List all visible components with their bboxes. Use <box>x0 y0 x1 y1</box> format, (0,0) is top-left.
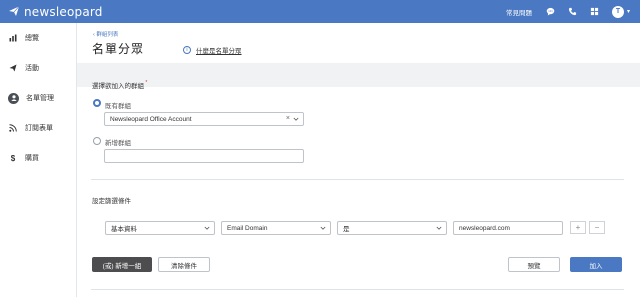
required-mark: * <box>144 80 148 86</box>
section-separator <box>77 63 640 87</box>
chat-icon[interactable] <box>546 7 556 17</box>
rss-icon <box>8 123 18 133</box>
bar-chart-icon <box>8 33 18 43</box>
brand-logo[interactable]: newsleopard <box>8 5 103 19</box>
group-section-label-text: 選擇欲加入的群組 <box>92 83 144 90</box>
brand-name: newsleopard <box>24 4 103 19</box>
new-group-label: 新增群組 <box>105 140 131 147</box>
clear-conditions-button[interactable]: 清除條件 <box>158 257 210 272</box>
dollar-icon: $ <box>10 153 16 163</box>
page-title: 名單分眾 <box>92 42 145 56</box>
sidebar-item-label: 活動 <box>25 65 39 72</box>
existing-group-label: 既有群組 <box>105 103 131 110</box>
avatar[interactable]: T <box>611 5 624 18</box>
existing-group-radio[interactable] <box>93 99 101 107</box>
info-icon: i <box>183 46 191 54</box>
sidebar-item-label: 購買 <box>25 155 39 162</box>
sidebar: 總覽 活動 名單管理 訂閱表單 $ 購買 <box>0 23 77 297</box>
add-condition-button[interactable]: + <box>570 221 586 234</box>
main-content: ‹ 群組列表 名單分眾 i 什麼是名單分眾 選擇欲加入的群組 * 既有群組 Ne… <box>77 23 640 297</box>
top-bar: newsleopard 常見問題 T ▾ <box>0 0 640 23</box>
sidebar-item-label: 名單管理 <box>26 95 54 102</box>
preview-button[interactable]: 預覽 <box>508 257 560 272</box>
clear-icon[interactable]: × <box>286 115 290 122</box>
chevron-down-icon <box>320 226 326 230</box>
sidebar-item-purchase[interactable]: $ 購買 <box>0 143 77 173</box>
sidebar-item-list-management[interactable]: 名單管理 <box>0 83 77 113</box>
chevron-down-icon <box>204 226 210 230</box>
phone-icon[interactable] <box>568 7 578 17</box>
divider <box>91 179 624 180</box>
help-link[interactable]: i 什麼是名單分眾 <box>183 45 242 55</box>
back-link-label: 群組列表 <box>96 32 119 38</box>
conditions-section-label: 設定篩選條件 <box>92 198 131 205</box>
sidebar-item-label: 訂閱表單 <box>25 125 53 132</box>
new-group-radio[interactable] <box>93 137 101 145</box>
existing-group-select[interactable]: Newsleopard Office Account × <box>104 112 304 126</box>
chevron-down-icon <box>293 117 299 121</box>
sidebar-item-subscription-forms[interactable]: 訂閱表單 <box>0 113 77 143</box>
field-category-value: 基本資料 <box>111 226 137 233</box>
page-header: ‹ 群組列表 名單分眾 i 什麼是名單分眾 <box>77 23 640 63</box>
chevron-down-icon[interactable]: ▾ <box>627 8 630 15</box>
faq-link[interactable]: 常見問題 <box>506 7 532 17</box>
help-link-label: 什麼是名單分眾 <box>196 48 242 55</box>
send-icon <box>8 63 18 73</box>
operator-select[interactable]: 是 <box>337 221 447 235</box>
condition-value-input[interactable]: newsleopard.com <box>453 221 563 235</box>
group-section-label: 選擇欲加入的群組 * <box>92 80 147 90</box>
apps-grid-icon[interactable] <box>590 7 600 17</box>
sidebar-item-overview[interactable]: 總覽 <box>0 23 77 53</box>
divider <box>91 289 624 290</box>
sidebar-item-campaigns[interactable]: 活動 <box>0 53 77 83</box>
paper-plane-icon <box>8 5 20 19</box>
remove-condition-button[interactable]: − <box>589 221 605 234</box>
chevron-down-icon <box>436 226 442 230</box>
field-name-select[interactable]: Email Domain <box>221 221 331 235</box>
new-group-input[interactable] <box>104 149 304 163</box>
operator-value: 是 <box>343 226 350 233</box>
user-icon <box>8 92 19 104</box>
or-add-group-button[interactable]: (或) 新增一組 <box>92 257 152 272</box>
submit-button[interactable]: 加入 <box>570 257 622 272</box>
field-name-value: Email Domain <box>227 224 268 232</box>
existing-group-value: Newsleopard Office Account <box>110 115 192 123</box>
sidebar-item-label: 總覽 <box>25 35 39 42</box>
field-category-select[interactable]: 基本資料 <box>105 221 215 235</box>
breadcrumb[interactable]: ‹ 群組列表 <box>93 30 118 38</box>
